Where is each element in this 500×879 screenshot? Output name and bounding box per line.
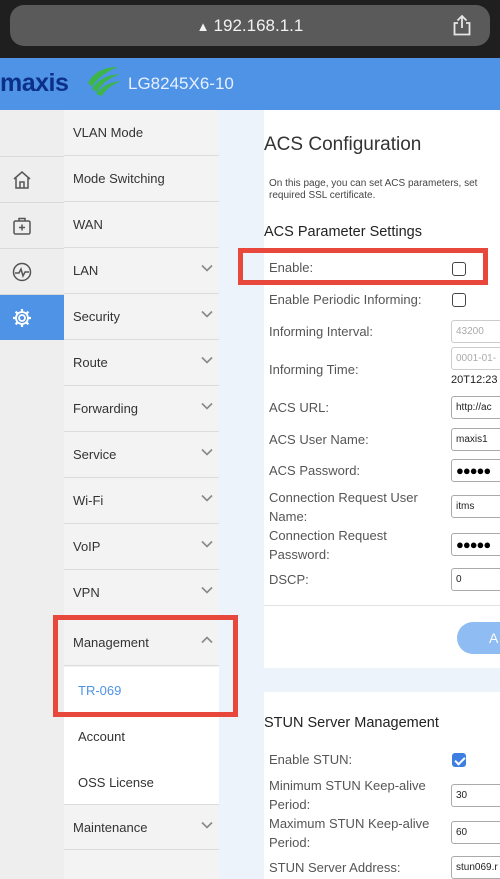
nav-item-label: WAN [73, 217, 103, 232]
acs-section-title: ACS Parameter Settings [264, 224, 422, 240]
app-header: maxis LG8245X6-10 [0, 58, 500, 110]
chevron-up-icon [201, 636, 213, 644]
nav-item-label: VLAN Mode [73, 125, 144, 140]
brand-name: maxis [0, 69, 69, 97]
warning-icon: ▲ [196, 19, 210, 34]
device-model: LG8245X6-10 [128, 74, 234, 93]
acs-url-input[interactable]: http://ac [451, 396, 500, 419]
enable-label: Enable: [269, 260, 314, 275]
nav-item-route[interactable]: Route [64, 340, 219, 386]
url-display[interactable]: ▲ 192.168.1.1 [10, 16, 490, 36]
nav-item-label: Account [78, 728, 125, 744]
stun-server-address-input[interactable]: stun069.r [451, 856, 500, 879]
rail-status[interactable] [0, 248, 64, 294]
chevron-down-icon [201, 448, 213, 456]
informing-time-input[interactable]: 0001-01- [451, 347, 500, 370]
nav-item-service[interactable]: Service [64, 432, 219, 478]
nav-item-label: Forwarding [73, 401, 139, 416]
chevron-down-icon [201, 540, 213, 548]
acs-url-label: ACS URL: [269, 400, 329, 415]
nav-item-label: VoIP [73, 539, 101, 554]
address-bar[interactable]: ▲ 192.168.1.1 [10, 5, 490, 46]
nav-item-label: VPN [73, 585, 100, 600]
acs-password-label: ACS Password: [269, 463, 361, 478]
nav-item-management[interactable]: Management [64, 620, 219, 666]
conn-request-user-input[interactable]: itms [451, 495, 500, 518]
browser-chrome: ▲ 192.168.1.1 [0, 0, 500, 58]
min-keepalive-label: Minimum STUN Keep-alive Period: [269, 778, 426, 812]
informing-time-value: 20T12:23 [451, 374, 498, 386]
nav-item-label: Wi-Fi [73, 493, 104, 508]
nav-item-label: OSS License [78, 774, 154, 790]
gear-icon [13, 308, 31, 327]
enable-checkbox[interactable] [452, 262, 466, 276]
nav-item-label: Route [73, 355, 108, 370]
chevron-down-icon [201, 402, 213, 410]
nav-item-label: LAN [73, 263, 99, 278]
rail-maintenance[interactable] [0, 202, 64, 248]
page-description: On this page, you can set ACS parameters… [269, 178, 478, 201]
nav-item-label: Service [73, 447, 117, 462]
conn-request-password-label: Connection Request Password: [269, 528, 387, 562]
dscp-label: DSCP: [269, 572, 309, 587]
enable-stun-checkbox[interactable] [452, 753, 466, 767]
stun-server-address-label: STUN Server Address: [269, 860, 401, 875]
periodic-informing-label: Enable Periodic Informing: [269, 292, 422, 307]
nav-item-label: Maintenance [73, 819, 148, 835]
rail-home[interactable] [0, 156, 64, 202]
nav-item-label: TR-069 [78, 682, 122, 698]
acs-username-input[interactable]: maxis1 [451, 428, 500, 451]
dscp-input[interactable]: 0 [451, 568, 500, 591]
nav-item-forwarding[interactable]: Forwarding [64, 386, 219, 432]
icon-rail [0, 110, 64, 879]
acs-password-input[interactable]: ●●●●● [451, 459, 500, 482]
periodic-informing-checkbox[interactable] [452, 293, 466, 307]
conn-request-user-label: Connection Request User Name: [269, 490, 418, 524]
pulse-icon [12, 262, 32, 281]
max-keepalive-input[interactable]: 60 [451, 821, 500, 844]
informing-interval-input[interactable]: 43200 [451, 320, 500, 343]
nav-item-wi-fi[interactable]: Wi-Fi [64, 478, 219, 524]
chevron-down-icon [201, 310, 213, 318]
nav-item-oss-license[interactable]: OSS License [64, 759, 219, 805]
nav-item-wan[interactable]: WAN [64, 202, 219, 248]
conn-request-password-input[interactable]: ●●●●● [451, 533, 500, 556]
chevron-down-icon [201, 356, 213, 364]
nav-item-label: Management [73, 635, 149, 650]
acs-username-label: ACS User Name: [269, 432, 369, 447]
chevron-down-icon [201, 821, 213, 829]
enable-stun-label: Enable STUN: [269, 752, 353, 767]
url-text: 192.168.1.1 [213, 16, 304, 35]
medical-box-icon [13, 217, 31, 235]
chevron-down-icon [201, 264, 213, 272]
informing-interval-label: Informing Interval: [269, 324, 374, 339]
home-icon [13, 170, 31, 189]
maxis-logo-icon [88, 67, 121, 96]
informing-time-label: Informing Time: [269, 362, 359, 377]
nav-item-vlan-mode[interactable]: VLAN Mode [64, 110, 219, 156]
min-keepalive-input[interactable]: 30 [451, 784, 500, 807]
page-title: ACS Configuration [264, 134, 422, 155]
nav-item-voip[interactable]: VoIP [64, 524, 219, 570]
nav-item-security[interactable]: Security [64, 294, 219, 340]
max-keepalive-label: Maximum STUN Keep-alive Period: [269, 816, 430, 850]
chevron-down-icon [201, 494, 213, 502]
settings-menu: VLAN Mode Mode Switching WAN LAN Securit… [64, 110, 219, 879]
nav-item-maintenance[interactable]: Maintenance [64, 804, 219, 850]
nav-item-label: Mode Switching [73, 171, 165, 186]
rail-settings[interactable] [0, 294, 64, 340]
divider [264, 605, 500, 606]
share-icon[interactable] [452, 14, 472, 36]
chevron-down-icon [201, 586, 213, 594]
nav-item-vpn[interactable]: VPN [64, 570, 219, 616]
nav-item-label: Security [73, 309, 120, 324]
nav-item-account[interactable]: Account [64, 713, 219, 759]
stun-section-title: STUN Server Management [264, 715, 439, 731]
apply-button[interactable]: A [457, 622, 500, 654]
nav-item-lan[interactable]: LAN [64, 248, 219, 294]
nav-item-tr-069[interactable]: TR-069 [64, 667, 219, 713]
nav-item-mode-switching[interactable]: Mode Switching [64, 156, 219, 202]
